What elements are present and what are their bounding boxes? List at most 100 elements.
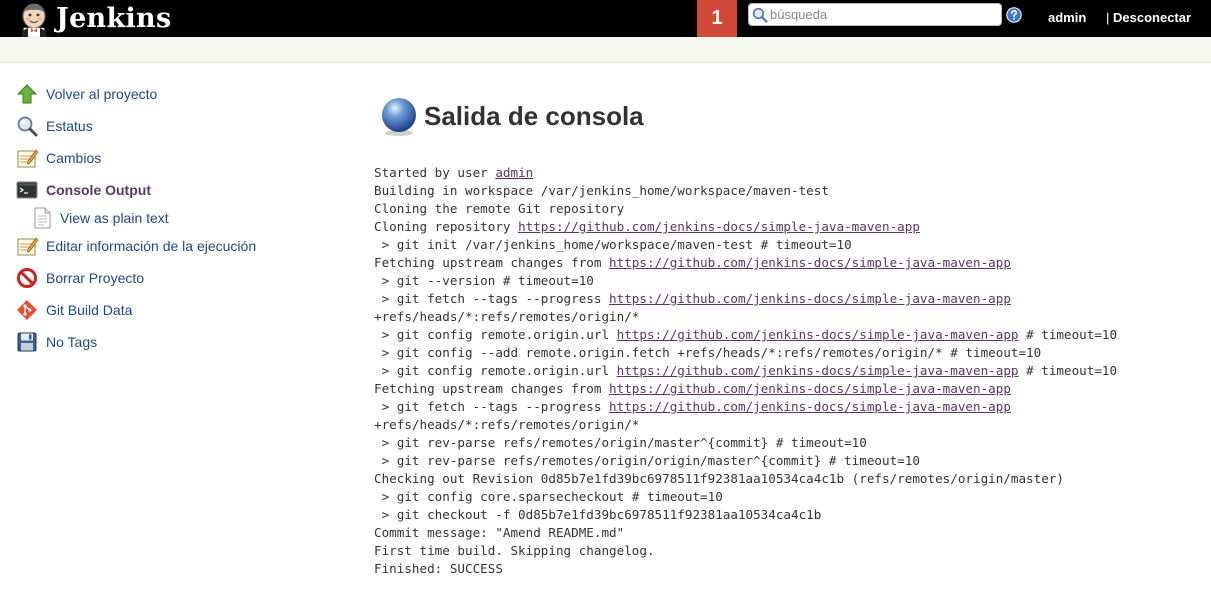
console-text: Cloning repository — [374, 219, 519, 234]
console-text: Checking out Revision 0d85b7e1fd39bc6978… — [374, 471, 1064, 486]
sidebar-item-plain-text[interactable]: View as plain text — [16, 206, 316, 230]
sidebar-item-label[interactable]: Editar información de la ejecución — [46, 238, 256, 254]
console-text: > git config core.sparsecheckout # timeo… — [374, 489, 723, 504]
console-text: > git fetch --tags --progress — [374, 291, 610, 306]
console-text: Building in workspace /var/jenkins_home/… — [374, 183, 829, 198]
console-line: Commit message: "Amend README.md" — [374, 525, 624, 540]
console-text: +refs/heads/*:refs/remotes/origin/* — [374, 309, 640, 324]
console-link[interactable]: https://github.com/jenkins-docs/simple-j… — [617, 363, 1019, 378]
terminal-icon — [16, 181, 38, 199]
console-text: Finished: SUCCESS — [374, 561, 503, 576]
sidebar-item-label[interactable]: View as plain text — [60, 210, 169, 226]
console-line: Cloning repository https://github.com/je… — [374, 219, 920, 234]
console-line: > git checkout -f 0d85b7e1fd39bc6978511f… — [374, 507, 822, 522]
search-input[interactable] — [768, 7, 990, 22]
search-box — [748, 3, 1002, 26]
side-panel: Volver al proyecto Estatus Cambios Conso… — [16, 78, 316, 358]
save-icon — [17, 332, 37, 352]
notepad-icon — [17, 149, 38, 168]
page-title-text: Salida de consola — [424, 100, 644, 131]
console-line: Cloning the remote Git repository — [374, 201, 624, 216]
sidebar-item-no-tags[interactable]: No Tags — [16, 326, 316, 358]
sidebar-item-label[interactable]: Console Output — [46, 182, 151, 198]
logout-link[interactable]: Desconectar — [1113, 10, 1191, 25]
console-text: Fetching upstream changes from — [374, 381, 610, 396]
console-line: Fetching upstream changes from https://g… — [374, 381, 1011, 396]
console-line: > git fetch --tags --progress https://gi… — [374, 291, 1011, 306]
brand-title: Jenkins — [56, 3, 172, 34]
console-text: > git rev-parse refs/remotes/origin/orig… — [374, 453, 920, 468]
console-line: +refs/heads/*:refs/remotes/origin/* — [374, 417, 639, 432]
console-line: Checking out Revision 0d85b7e1fd39bc6978… — [374, 471, 1064, 486]
console-line: > git rev-parse refs/remotes/origin/orig… — [374, 453, 920, 468]
console-text: > git config remote.origin.url — [374, 327, 617, 342]
jenkins-home-link[interactable]: Jenkins — [16, 0, 171, 37]
console-text: > git rev-parse refs/remotes/origin/mast… — [374, 435, 867, 450]
console-line: Started by user admin — [374, 165, 533, 180]
sidebar-item-status[interactable]: Estatus — [16, 110, 316, 142]
sidebar-item-git-build-data[interactable]: Git Build Data — [16, 294, 316, 326]
console-line: > git config remote.origin.url https://g… — [374, 327, 1118, 342]
sidebar-item-delete-project[interactable]: Borrar Proyecto — [16, 262, 316, 294]
console-text: Fetching upstream changes from — [374, 255, 610, 270]
sidebar-item-label[interactable]: No Tags — [46, 334, 97, 350]
console-line: > git init /var/jenkins_home/workspace/m… — [374, 237, 852, 252]
document-icon — [34, 207, 51, 229]
sidebar-item-label[interactable]: Estatus — [46, 118, 93, 134]
no-entry-icon — [17, 268, 37, 288]
logout-area: | Desconectar — [1106, 10, 1191, 25]
console-line: > git config core.sparsecheckout # timeo… — [374, 489, 723, 504]
console-line: Finished: SUCCESS — [374, 561, 503, 576]
sidebar-item-label[interactable]: Git Build Data — [46, 302, 132, 318]
sidebar-item-console-output[interactable]: Console Output — [16, 174, 316, 206]
console-text: Cloning the remote Git repository — [374, 201, 625, 216]
console-line: > git config remote.origin.url https://g… — [374, 363, 1118, 378]
console-text: > git fetch --tags --progress — [374, 399, 610, 414]
console-line: Building in workspace /var/jenkins_home/… — [374, 183, 829, 198]
console-line: > git config --add remote.origin.fetch +… — [374, 345, 1042, 360]
sidebar-item-edit-build-info[interactable]: Editar información de la ejecución — [16, 230, 316, 262]
console-link[interactable]: https://github.com/jenkins-docs/simple-j… — [617, 327, 1019, 342]
console-link[interactable]: https://github.com/jenkins-docs/simple-j… — [609, 291, 1011, 306]
jenkins-butler-logo-icon — [21, 3, 47, 37]
console-line: Fetching upstream changes from https://g… — [374, 255, 1011, 270]
notepad-icon — [17, 237, 38, 256]
user-link[interactable]: admin — [1048, 10, 1086, 25]
console-link[interactable]: https://github.com/jenkins-docs/simple-j… — [609, 255, 1011, 270]
sidebar-item-back-to-project[interactable]: Volver al proyecto — [16, 78, 316, 110]
console-text: +refs/heads/*:refs/remotes/origin/* — [374, 417, 640, 432]
console-line: > git fetch --tags --progress https://gi… — [374, 399, 1011, 414]
page-title: Salida de consola — [374, 95, 1117, 137]
console-text: # timeout=10 — [1018, 327, 1118, 342]
git-icon — [17, 300, 37, 320]
console-link[interactable]: https://github.com/jenkins-docs/simple-j… — [609, 381, 1011, 396]
search-icon — [752, 7, 768, 23]
console-link[interactable]: https://github.com/jenkins-docs/simple-j… — [609, 399, 1011, 414]
logout-separator: | — [1106, 10, 1113, 25]
blue-ball-icon — [382, 98, 416, 136]
console-output: Started by user admin Building in worksp… — [374, 164, 1117, 578]
console-line: > git rev-parse refs/remotes/origin/mast… — [374, 435, 867, 450]
breadcrumb-bar — [0, 37, 1211, 63]
console-text: > git init /var/jenkins_home/workspace/m… — [374, 237, 852, 252]
sidebar-item-label[interactable]: Borrar Proyecto — [46, 270, 144, 286]
console-text: # timeout=10 — [1018, 363, 1118, 378]
console-line: +refs/heads/*:refs/remotes/origin/* — [374, 309, 639, 324]
console-text: Started by user — [374, 165, 496, 180]
console-link[interactable]: https://github.com/jenkins-docs/simple-j… — [518, 219, 920, 234]
sidebar-item-label[interactable]: Cambios — [46, 150, 101, 166]
magnifier-icon — [17, 116, 38, 137]
sidebar-item-label[interactable]: Volver al proyecto — [46, 86, 157, 102]
console-text: > git --version # timeout=10 — [374, 273, 594, 288]
console-text: First time build. Skipping changelog. — [374, 543, 655, 558]
help-icon[interactable] — [1006, 7, 1022, 23]
console-link[interactable]: admin — [495, 165, 533, 180]
notification-badge[interactable]: 1 — [697, 0, 737, 37]
sidebar-item-changes[interactable]: Cambios — [16, 142, 316, 174]
console-text: > git config --add remote.origin.fetch +… — [374, 345, 1042, 360]
console-text: Commit message: "Amend README.md" — [374, 525, 625, 540]
console-text: > git config remote.origin.url — [374, 363, 617, 378]
console-line: First time build. Skipping changelog. — [374, 543, 655, 558]
console-text: > git checkout -f 0d85b7e1fd39bc6978511f… — [374, 507, 822, 522]
console-line: > git --version # timeout=10 — [374, 273, 594, 288]
